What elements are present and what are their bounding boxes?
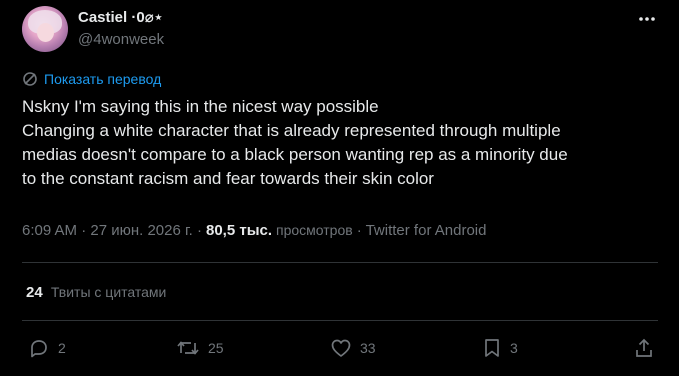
translate-link[interactable]: Показать перевод <box>22 71 161 87</box>
divider <box>22 262 658 263</box>
reply-icon <box>31 340 47 358</box>
bookmark-count: 3 <box>510 340 518 356</box>
tweet-line: Nskny I'm saying this in the nicest way … <box>22 97 379 116</box>
share-button[interactable] <box>634 337 662 359</box>
avatar-face <box>37 23 54 42</box>
timestamp[interactable]: 6:09 AM · 27 июн. 2026 г. · <box>22 222 202 239</box>
like-icon <box>331 339 351 357</box>
tweet-text: Nskny I'm saying this in the nicest way … <box>22 95 662 191</box>
divider <box>22 320 658 321</box>
like-button[interactable]: 33 <box>330 337 376 359</box>
bookmark-icon <box>485 339 499 357</box>
more-button[interactable] <box>636 8 658 30</box>
bookmark-button[interactable]: 3 <box>482 337 518 359</box>
views-label: просмотров <box>276 222 353 238</box>
tweet-line: to the constant racism and fear towards … <box>22 169 434 188</box>
tweet-line: Changing a white character that is alrea… <box>22 121 561 140</box>
retweet-button[interactable]: 25 <box>176 337 224 359</box>
tweet-meta: 6:09 AM · 27 июн. 2026 г. · 80,5 тыс. пр… <box>22 222 486 239</box>
translate-label: Показать перевод <box>44 71 162 87</box>
reply-count: 2 <box>58 340 66 356</box>
handle[interactable]: @4wonweek <box>78 31 164 48</box>
display-name[interactable]: Castiel ·0⌀⋆ <box>78 8 163 26</box>
quote-tweets-link[interactable]: 24 Твиты с цитатами <box>26 284 166 301</box>
quote-label: Твиты с цитатами <box>50 284 167 300</box>
retweet-icon <box>177 341 199 355</box>
quote-count: 24 <box>26 284 43 301</box>
more-icon <box>639 17 655 21</box>
views-count: 80,5 тыс. <box>205 222 273 239</box>
avatar[interactable] <box>22 6 68 52</box>
tweet-line: medias doesn't compare to a black person… <box>22 145 568 164</box>
translate-icon <box>23 72 37 86</box>
reply-button[interactable]: 2 <box>28 337 66 359</box>
share-icon <box>636 338 652 357</box>
retweet-count: 25 <box>208 340 224 356</box>
like-count: 33 <box>360 340 376 356</box>
source-label[interactable]: · Twitter for Android <box>357 222 487 239</box>
